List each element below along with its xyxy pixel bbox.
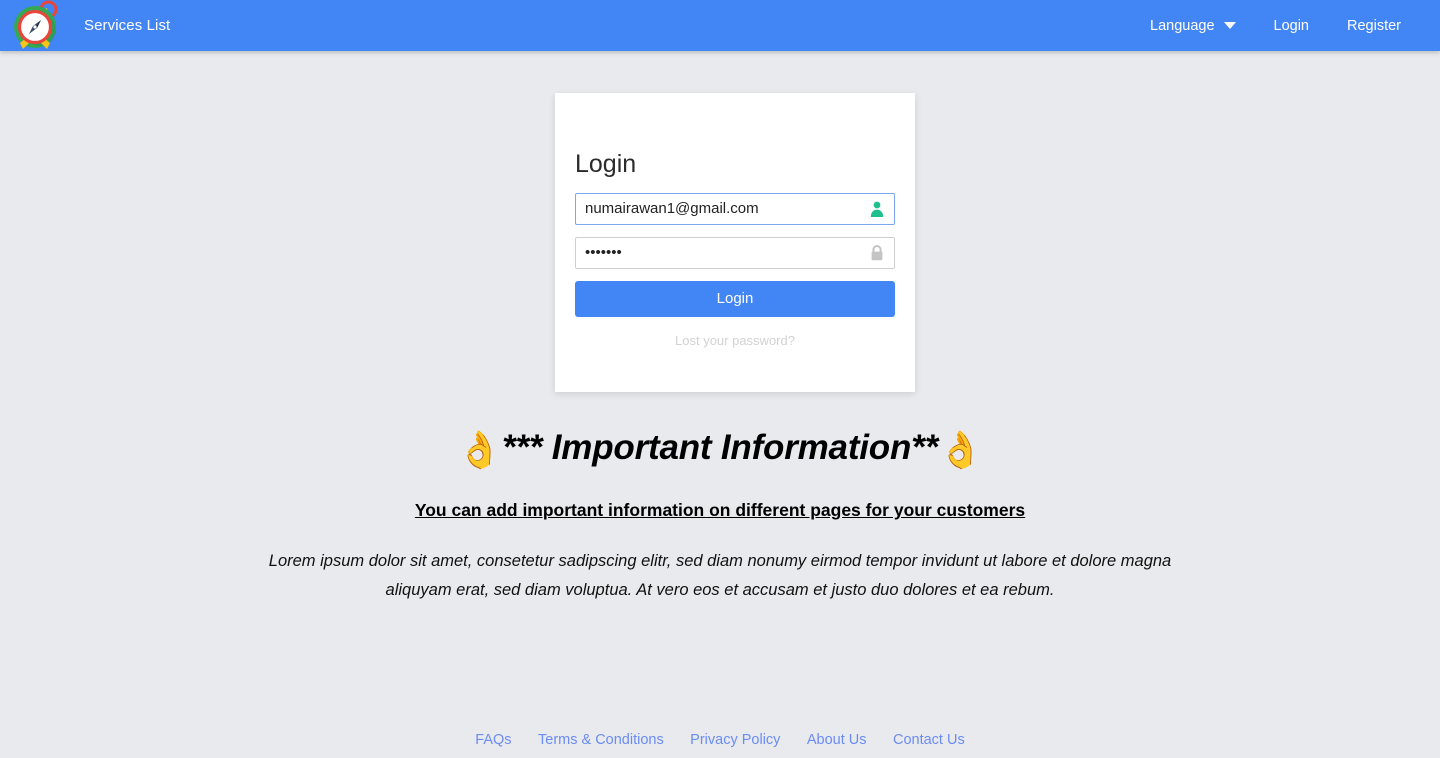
nav-register-label: Register bbox=[1347, 17, 1401, 34]
heading-main-text: Important Information bbox=[542, 428, 912, 467]
login-card: Login Login Lost your password? bbox=[555, 93, 915, 392]
important-information-heading: 👌*** Important Information**👌 bbox=[0, 412, 1440, 486]
footer-link-terms-conditions[interactable]: Terms & Conditions bbox=[538, 732, 664, 748]
login-submit-button[interactable]: Login bbox=[575, 280, 895, 317]
alarm-clock-compass-logo-icon bbox=[10, 0, 62, 52]
email-input[interactable] bbox=[575, 192, 895, 225]
nav-login[interactable]: Login bbox=[1255, 18, 1328, 34]
footer-link-privacy-policy[interactable]: Privacy Policy bbox=[690, 732, 780, 748]
footer-link-contact-us[interactable]: Contact Us bbox=[893, 732, 965, 748]
password-field-wrapper bbox=[575, 236, 895, 269]
body-line-1: Lorem ipsum dolor sit amet, consetetur s… bbox=[268, 552, 1117, 570]
nav-login-label: Login bbox=[1273, 17, 1309, 34]
email-field-wrapper bbox=[575, 192, 895, 225]
ok-hand-emoji-right: 👌 bbox=[938, 429, 983, 470]
brand-home-link[interactable]: Services List bbox=[10, 0, 170, 52]
ok-hand-emoji-left: 👌 bbox=[457, 429, 502, 470]
footer-link-faqs[interactable]: FAQs bbox=[475, 732, 511, 748]
navbar-right-links: Language Login Register bbox=[1131, 18, 1420, 34]
nav-register[interactable]: Register bbox=[1328, 18, 1420, 34]
chevron-down-icon bbox=[1223, 22, 1236, 29]
nav-language-label: Language bbox=[1150, 17, 1215, 34]
top-navbar: Services List Language Login Register bbox=[0, 0, 1440, 51]
heading-right-stars: ** bbox=[911, 428, 939, 467]
brand-label: Services List bbox=[84, 17, 171, 34]
footer-link-about-us[interactable]: About Us bbox=[807, 732, 867, 748]
important-information-section: 👌*** Important Information**👌 You can ad… bbox=[0, 412, 1440, 605]
lost-password-link[interactable]: Lost your password? bbox=[575, 333, 895, 348]
heading-left-stars: *** bbox=[501, 428, 543, 467]
important-information-body: Lorem ipsum dolor sit amet, consetetur s… bbox=[255, 547, 1185, 605]
nav-language[interactable]: Language bbox=[1131, 18, 1255, 34]
login-card-title: Login bbox=[575, 150, 637, 178]
footer-links: FAQs Terms & Conditions Privacy Policy A… bbox=[0, 731, 1440, 749]
important-information-subheading: You can add important information on dif… bbox=[414, 500, 1026, 520]
password-input[interactable] bbox=[575, 236, 895, 269]
